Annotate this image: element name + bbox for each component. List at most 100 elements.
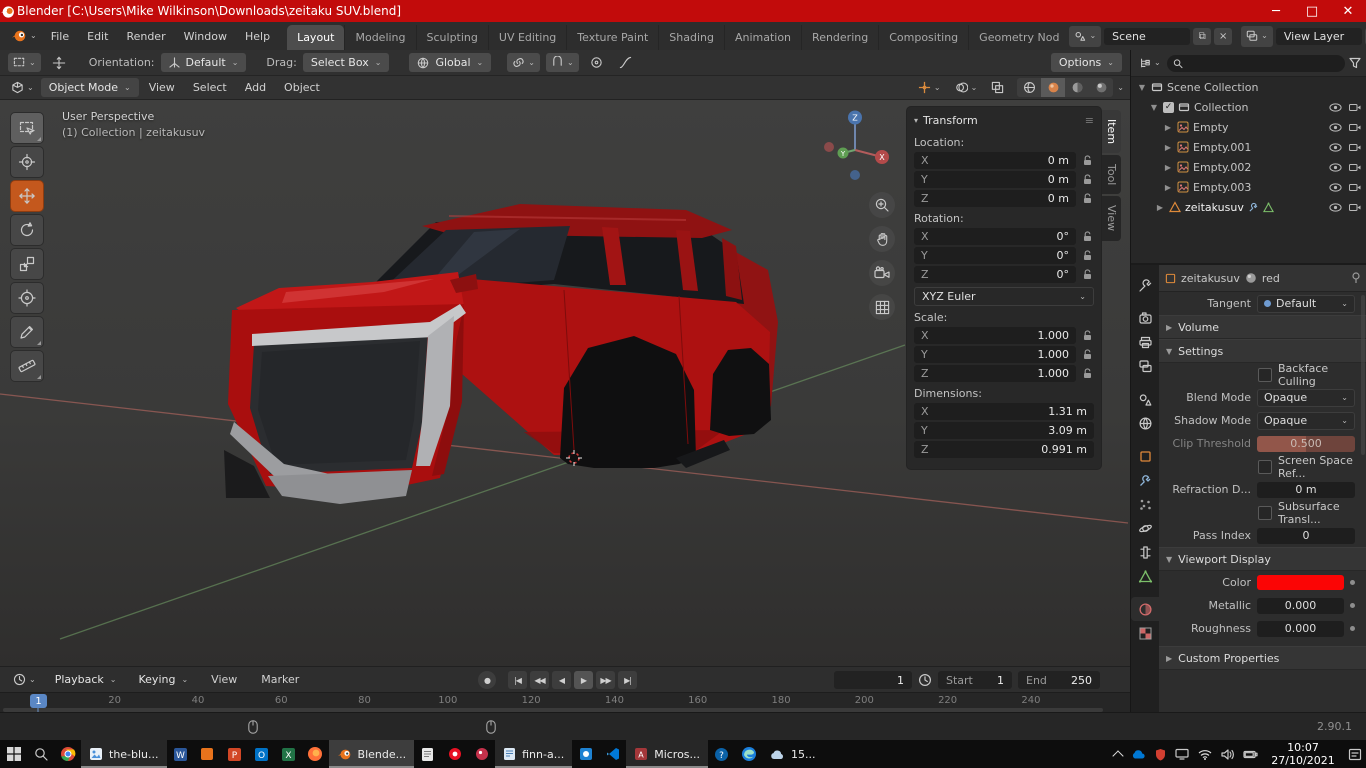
toggle-ortho-button[interactable] <box>869 294 895 320</box>
timeline-ruler[interactable]: 2040 6080 100120 140160 180200 220240 1 <box>0 692 1130 713</box>
expand-arrow-icon[interactable]: ▶ <box>1163 163 1173 172</box>
taskbar-app-finn[interactable]: finn-a... <box>495 740 572 768</box>
breadcrumb-object[interactable]: zeitakusuv <box>1181 272 1240 285</box>
notification-center-icon[interactable] <box>1348 748 1362 761</box>
collection-checkbox[interactable]: ✓ <box>1163 102 1174 113</box>
lock-icon[interactable] <box>1081 250 1094 262</box>
tab-texture[interactable] <box>1131 621 1159 645</box>
shading-solid-button[interactable] <box>1041 78 1065 97</box>
drag-mode-dropdown[interactable]: Select Box ⌄ <box>303 53 390 72</box>
view-layer-name-field[interactable]: View Layer <box>1276 28 1362 45</box>
tab-render[interactable] <box>1131 306 1159 330</box>
lock-icon[interactable] <box>1081 174 1094 186</box>
cursor-tool[interactable] <box>10 146 44 178</box>
workspace-tab-sculpting[interactable]: Sculpting <box>416 25 488 50</box>
orientation-dropdown[interactable]: Default ⌄ <box>161 53 247 72</box>
taskbar-app-the-blu[interactable]: the-blu... <box>81 740 167 768</box>
tab-object[interactable] <box>1131 444 1159 468</box>
show-gizmo-dropdown[interactable]: ⌄ <box>913 78 946 97</box>
tab-tool[interactable] <box>1131 273 1159 297</box>
rotation-x-field[interactable]: X0° <box>914 228 1076 245</box>
section-custom-properties[interactable]: ▶ Custom Properties <box>1159 646 1366 670</box>
mode-dropdown[interactable]: Object Mode ⌄ <box>41 78 139 97</box>
end-frame-field[interactable]: End250 <box>1018 671 1100 689</box>
outliner-row-empty[interactable]: ▶ Empty.003 <box>1131 177 1366 197</box>
timeline-menu-marker[interactable]: Marker <box>252 669 308 690</box>
preview-range-clock-icon[interactable] <box>918 673 932 687</box>
tray-expand-icon[interactable] <box>1112 750 1123 761</box>
pan-button[interactable] <box>869 226 895 252</box>
scale-z-field[interactable]: Z1.000 <box>914 365 1076 382</box>
screen-space-checkbox[interactable] <box>1258 460 1272 474</box>
workspace-tab-shading[interactable]: Shading <box>658 25 724 50</box>
camera-visibility-icon[interactable] <box>1349 103 1361 112</box>
shading-options-chevron-icon[interactable]: ⌄ <box>1117 84 1124 92</box>
workspace-tab-modeling[interactable]: Modeling <box>344 25 415 50</box>
taskbar-chrome-icon[interactable] <box>54 740 81 768</box>
animate-dot-icon[interactable] <box>1350 580 1355 585</box>
eye-icon[interactable] <box>1329 183 1342 192</box>
expand-arrow-icon[interactable]: ▼ <box>1137 83 1147 92</box>
taskbar-app-micros[interactable]: A Micros... <box>626 740 708 768</box>
outliner-row-collection[interactable]: ▼ ✓ Collection <box>1131 97 1366 117</box>
expand-arrow-icon[interactable]: ▶ <box>1163 183 1173 192</box>
refraction-depth-field[interactable]: 0 m <box>1257 482 1355 498</box>
tab-world[interactable] <box>1131 411 1159 435</box>
tab-material[interactable] <box>1131 597 1159 621</box>
jump-to-start-button[interactable]: |◀ <box>508 671 527 689</box>
taskbar-powerpoint-icon[interactable]: P <box>221 740 248 768</box>
clip-threshold-slider[interactable]: 0.500 <box>1257 436 1355 452</box>
eye-icon[interactable] <box>1329 123 1342 132</box>
scale-y-field[interactable]: Y1.000 <box>914 346 1076 363</box>
eye-icon[interactable] <box>1329 203 1342 212</box>
taskbar-vscode-icon[interactable] <box>599 740 626 768</box>
navigation-gizmo[interactable]: Z Y X <box>816 106 894 184</box>
outliner-row-scene-collection[interactable]: ▼ Scene Collection <box>1131 77 1366 97</box>
breadcrumb-material[interactable]: red <box>1262 272 1280 285</box>
camera-visibility-icon[interactable] <box>1349 183 1361 192</box>
xray-toggle[interactable] <box>986 78 1009 97</box>
minimize-button[interactable]: ─ <box>1258 0 1294 22</box>
workspace-tab-rendering[interactable]: Rendering <box>801 25 878 50</box>
taskbar-word-icon[interactable]: W <box>167 740 194 768</box>
tab-particles[interactable] <box>1131 492 1159 516</box>
scale-tool[interactable] <box>10 248 44 280</box>
taskbar-help-icon[interactable]: ? <box>708 740 735 768</box>
workspace-tab-geometry-nodes[interactable]: Geometry Nod <box>968 25 1069 50</box>
editor-type-dropdown[interactable]: ⌄ <box>6 78 39 97</box>
battery-icon[interactable] <box>1243 750 1258 759</box>
delete-scene-button[interactable]: × <box>1214 28 1232 45</box>
taskbar-weather-widget[interactable]: 15... <box>762 740 824 768</box>
select-box-tool[interactable] <box>10 112 44 144</box>
filter-icon[interactable] <box>1349 57 1361 69</box>
animate-dot-icon[interactable] <box>1350 626 1355 631</box>
outliner-search[interactable] <box>1167 55 1345 72</box>
transform-tool[interactable] <box>10 282 44 314</box>
tab-output[interactable] <box>1131 330 1159 354</box>
eye-icon[interactable] <box>1329 103 1342 112</box>
sidebar-tab-item[interactable]: Item <box>1102 110 1121 153</box>
lock-icon[interactable] <box>1081 330 1094 342</box>
taskbar-edge-icon[interactable] <box>735 740 762 768</box>
rotation-y-field[interactable]: Y0° <box>914 247 1076 264</box>
shading-material-button[interactable] <box>1065 78 1089 97</box>
falloff-dropdown[interactable] <box>614 53 637 72</box>
location-x-field[interactable]: X0 m <box>914 152 1076 169</box>
camera-visibility-icon[interactable] <box>1349 123 1361 132</box>
expand-arrow-icon[interactable]: ▶ <box>1163 123 1173 132</box>
camera-visibility-icon[interactable] <box>1349 203 1361 212</box>
metallic-field[interactable]: 0.000 <box>1257 598 1344 614</box>
viewport-3d[interactable]: User Perspective (1) Collection | zeitak… <box>0 100 1130 666</box>
proportional-editing-button[interactable] <box>585 53 608 72</box>
outliner-row-zeitakusuv[interactable]: ▶ zeitakusuv <box>1131 197 1366 217</box>
taskbar-app-blender[interactable]: Blende... <box>329 740 415 768</box>
tab-scene[interactable] <box>1131 387 1159 411</box>
workspace-tab-layout[interactable]: Layout <box>287 25 344 50</box>
animate-dot-icon[interactable] <box>1350 603 1355 608</box>
outliner-row-empty[interactable]: ▶ Empty.001 <box>1131 137 1366 157</box>
outliner-row-empty[interactable]: ▶ Empty.002 <box>1131 157 1366 177</box>
playback-dropdown[interactable]: Playback⌄ <box>47 670 125 689</box>
expand-arrow-icon[interactable]: ▼ <box>1149 103 1159 112</box>
annotate-tool[interactable] <box>10 316 44 348</box>
shading-wireframe-button[interactable] <box>1017 78 1041 97</box>
